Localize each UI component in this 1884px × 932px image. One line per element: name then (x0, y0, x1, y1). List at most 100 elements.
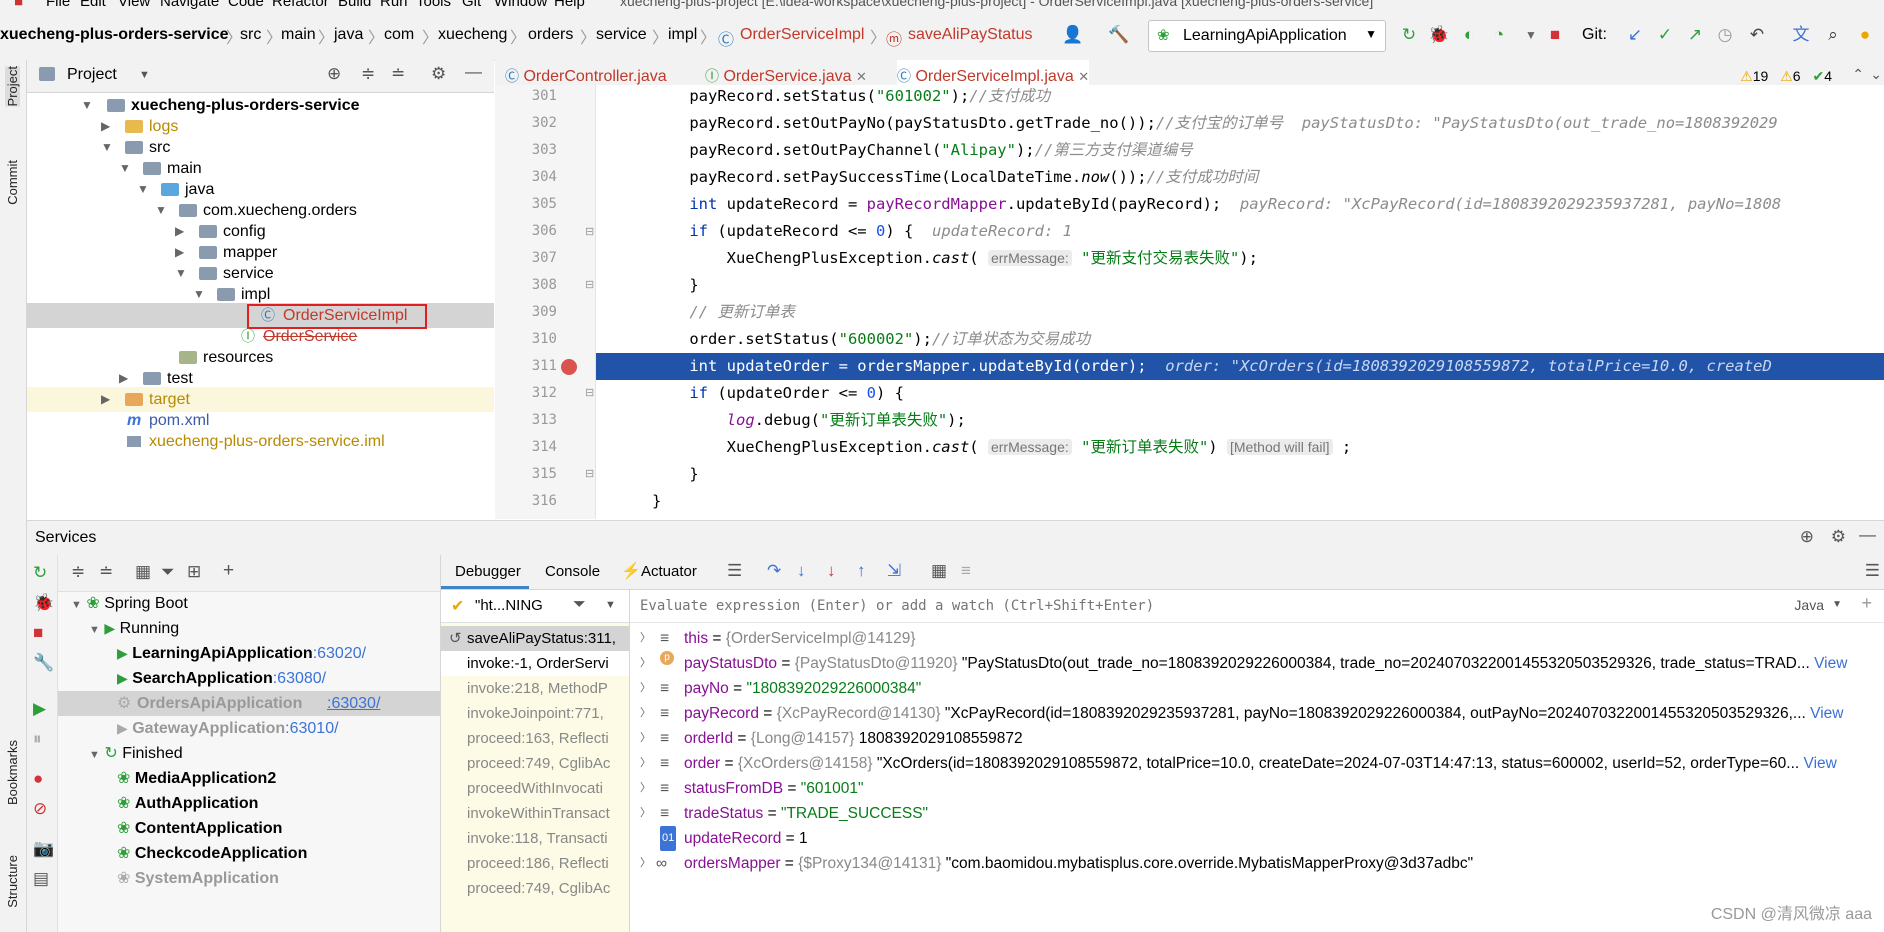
chevron-down-icon[interactable]: ▼ (89, 749, 100, 761)
fold-icon[interactable]: ⊟ (585, 278, 594, 291)
gear-icon[interactable]: ⚙ (431, 64, 446, 84)
frame-row[interactable]: invoke:218, MethodP (441, 676, 629, 701)
git-history-icon[interactable]: ◷ (1714, 24, 1736, 46)
step-out-icon[interactable]: ↑ (857, 561, 866, 581)
update-icon[interactable]: ● (1854, 24, 1876, 46)
menu-refactor[interactable]: Refactor (272, 0, 329, 10)
minimize-icon[interactable]: — (1859, 525, 1876, 545)
service-search[interactable]: ▶ SearchApplication:63080/ (117, 666, 326, 691)
breadcrumb-service[interactable]: service (596, 26, 647, 44)
chevron-down-icon[interactable]: ▼ (1832, 599, 1842, 610)
rerun-icon[interactable]: ↻ (1398, 24, 1420, 46)
frame-row[interactable]: invokeWithinTransact (441, 801, 629, 826)
chevron-up-icon[interactable]: ⌃ (1852, 66, 1864, 83)
trace-icon[interactable]: ≡ (961, 561, 971, 581)
chevron-down-icon[interactable]: ▼ (89, 624, 100, 636)
menu-help[interactable]: Help (554, 0, 585, 10)
profile-icon[interactable]: ◔ (1488, 24, 1510, 46)
debug-icon[interactable]: 🐞 (33, 593, 54, 613)
add-icon[interactable]: + (223, 560, 234, 582)
menu-build[interactable]: Build (338, 0, 371, 10)
chevron-right-icon[interactable]: 〉 (640, 651, 651, 676)
frame-row[interactable]: proceed:749, CglibAc (441, 876, 629, 901)
service-finished[interactable]: ❀ MediaApplication2 (117, 766, 276, 791)
locate-icon[interactable]: ⊕ (327, 64, 341, 84)
step-over-icon[interactable]: ↷ (767, 561, 781, 581)
pause-icon[interactable]: ⏸ (33, 729, 42, 749)
git-update-icon[interactable]: ↙ (1624, 24, 1646, 46)
project-tool-tab[interactable]: Project (5, 66, 20, 107)
service-port-link[interactable]: :63080/ (273, 670, 326, 687)
service-finished[interactable]: ❀ ContentApplication (117, 816, 282, 841)
filter-icon[interactable]: ⏷ (573, 596, 586, 614)
debug-icon[interactable]: 🐞 (1428, 24, 1450, 46)
frame-row[interactable]: invoke:-1, OrderServi (441, 651, 629, 676)
fold-icon[interactable]: ⊟ (585, 467, 594, 480)
menu-window[interactable]: Window (494, 0, 547, 10)
gear-icon[interactable]: ⚙ (1831, 527, 1846, 547)
chevron-down-icon[interactable]: ▼ (139, 69, 150, 81)
expand-all-icon[interactable]: ≑ (361, 64, 375, 84)
mute-breakpoints-icon[interactable]: ⊘ (33, 799, 47, 819)
chevron-down-icon[interactable]: ▼ (71, 599, 82, 611)
frame-row[interactable]: proceed:186, Reflecti (441, 851, 629, 876)
rollback-icon[interactable]: ↶ (1746, 24, 1768, 46)
new-tab-icon[interactable]: ⊞ (187, 562, 201, 582)
menu-git[interactable]: Git (462, 0, 481, 10)
view-link[interactable]: View (1810, 705, 1843, 722)
chevron-right-icon[interactable]: 〉 (640, 751, 651, 776)
frame-row[interactable]: invokeJoinpoint:771, (441, 701, 629, 726)
menu-view[interactable]: View (118, 0, 150, 10)
menu-navigate[interactable]: Navigate (160, 0, 219, 10)
chevron-right-icon[interactable]: 〉 (640, 626, 651, 651)
menu-edit[interactable]: Edit (80, 0, 106, 10)
code-editor[interactable]: payRecord.setStatus("601002");//支付成功 pay… (596, 85, 1884, 519)
menu-run[interactable]: Run (380, 0, 408, 10)
service-finished[interactable]: ❀ AuthApplication (117, 791, 258, 816)
breadcrumb-orders[interactable]: orders (528, 26, 573, 44)
collapse-all-icon[interactable]: ≐ (391, 64, 405, 84)
coverage-icon[interactable]: ◐ (1458, 24, 1480, 46)
group-icon[interactable]: ▦ (135, 562, 151, 582)
thread-selector[interactable]: ✔ "ht...NING ⏷ ▼ (441, 590, 629, 623)
tree-node-iml[interactable]: xuecheng-plus-orders-service.iml (27, 429, 494, 454)
chevron-right-icon[interactable]: 〉 (640, 851, 651, 876)
language-select[interactable]: Java (1794, 597, 1824, 613)
filter-icon[interactable]: ⏷ (161, 562, 175, 582)
chevron-right-icon[interactable]: 〉 (640, 701, 651, 726)
tree-node-spring-boot[interactable]: ▼ ❀ Spring Boot (71, 591, 188, 616)
rerun-icon[interactable]: ↻ (33, 563, 47, 583)
force-step-into-icon[interactable]: ↓ (827, 561, 836, 581)
service-finished[interactable]: ❀ SystemApplication (117, 866, 279, 891)
search-icon[interactable]: ⌕ (1822, 24, 1844, 46)
service-port-link[interactable]: :63020/ (313, 645, 366, 662)
close-icon[interactable]: ✕ (1078, 69, 1089, 84)
frame-row[interactable]: invoke:118, Transacti (441, 826, 629, 851)
git-commit-icon[interactable]: ✓ (1654, 24, 1676, 46)
evaluate-icon[interactable]: ▦ (931, 561, 947, 581)
fold-icon[interactable]: ⊟ (585, 225, 594, 238)
breadcrumb-class[interactable]: OrderServiceImpl (740, 26, 864, 44)
breadcrumb-com[interactable]: com (384, 26, 414, 44)
structure-tool-tab[interactable]: Structure (5, 855, 20, 908)
chevron-right-icon[interactable]: 〉 (640, 726, 651, 751)
service-finished[interactable]: ❀ CheckcodeApplication (117, 841, 307, 866)
chevron-down-icon[interactable]: ⌄ (1870, 66, 1882, 83)
menu-file[interactable]: File (46, 0, 70, 10)
menu-tools[interactable]: Tools (416, 0, 451, 10)
service-port-link[interactable]: :63030/ (327, 691, 380, 716)
frame-row[interactable]: proceedWithInvocati (441, 776, 629, 801)
minimize-icon[interactable]: — (465, 62, 482, 82)
breadcrumb-impl[interactable]: impl (668, 26, 697, 44)
expand-all-icon[interactable]: ≑ (71, 562, 85, 582)
breadcrumb-method[interactable]: saveAliPayStatus (908, 26, 1033, 44)
more-icon[interactable]: ☰ (1865, 561, 1880, 581)
stop-icon[interactable]: ■ (1544, 24, 1566, 46)
locate-icon[interactable]: ⊕ (1800, 527, 1814, 547)
frame-row[interactable]: proceed:749, CglibAc (441, 751, 629, 776)
resume-icon[interactable]: ▶ (33, 699, 46, 719)
breadcrumb-src[interactable]: src (240, 26, 261, 44)
tree-node-finished[interactable]: ▼ ↻ Finished (89, 741, 183, 766)
translate-icon[interactable]: 文 (1790, 24, 1812, 46)
step-into-icon[interactable]: ↓ (797, 561, 806, 581)
